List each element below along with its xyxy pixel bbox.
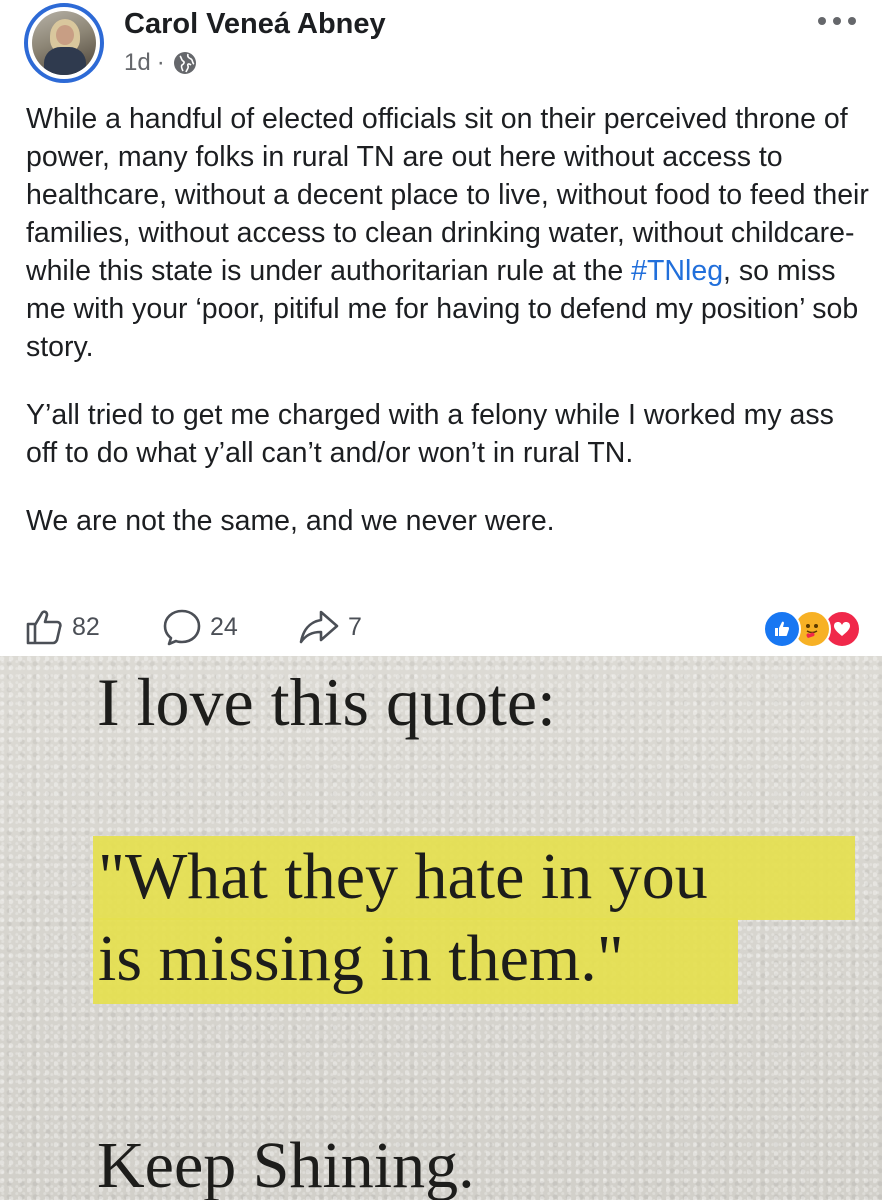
profile-photo [32,11,96,75]
post-header: Carol Veneá Abney 1d · [0,0,882,92]
quote-image[interactable]: I love this quote: "What they hate in yo… [0,656,882,1200]
post-paragraph: Y’all tried to get me charged with a fel… [26,399,834,469]
like-button[interactable]: 82 [24,607,100,647]
post-paragraph: While a handful of elected officials sit… [26,103,869,363]
like-reaction-icon [763,610,801,648]
meta-separator: · [156,49,165,76]
quote-line: "What they hate in you [98,840,708,913]
quote-line: is missing in them." [98,922,624,995]
author-name[interactable]: Carol Veneá Abney [124,8,386,41]
globe-icon [173,52,196,74]
post-time[interactable]: 1d [124,49,151,77]
more-options-icon[interactable] [818,14,858,28]
comment-count: 24 [210,612,238,641]
share-count: 7 [348,612,362,641]
avatar[interactable] [24,3,104,83]
post-meta: 1d · [124,48,197,78]
reaction-summary[interactable] [763,610,863,648]
post-paragraph: We are not the same, and we never were. [26,505,555,537]
thumbs-up-icon [26,610,62,645]
share-arrow-icon [299,610,339,644]
hashtag-link[interactable]: #TNleg [631,255,723,287]
comment-icon [163,609,201,646]
action-bar: 82 24 7 [0,603,882,651]
post-text: While a handful of elected officials sit… [26,100,871,540]
quote-intro: I love this quote: [97,664,556,740]
comment-button[interactable]: 24 [162,607,238,647]
share-button[interactable]: 7 [298,607,362,647]
quote-signoff: Keep Shining. [97,1129,475,1200]
like-count: 82 [72,612,100,641]
